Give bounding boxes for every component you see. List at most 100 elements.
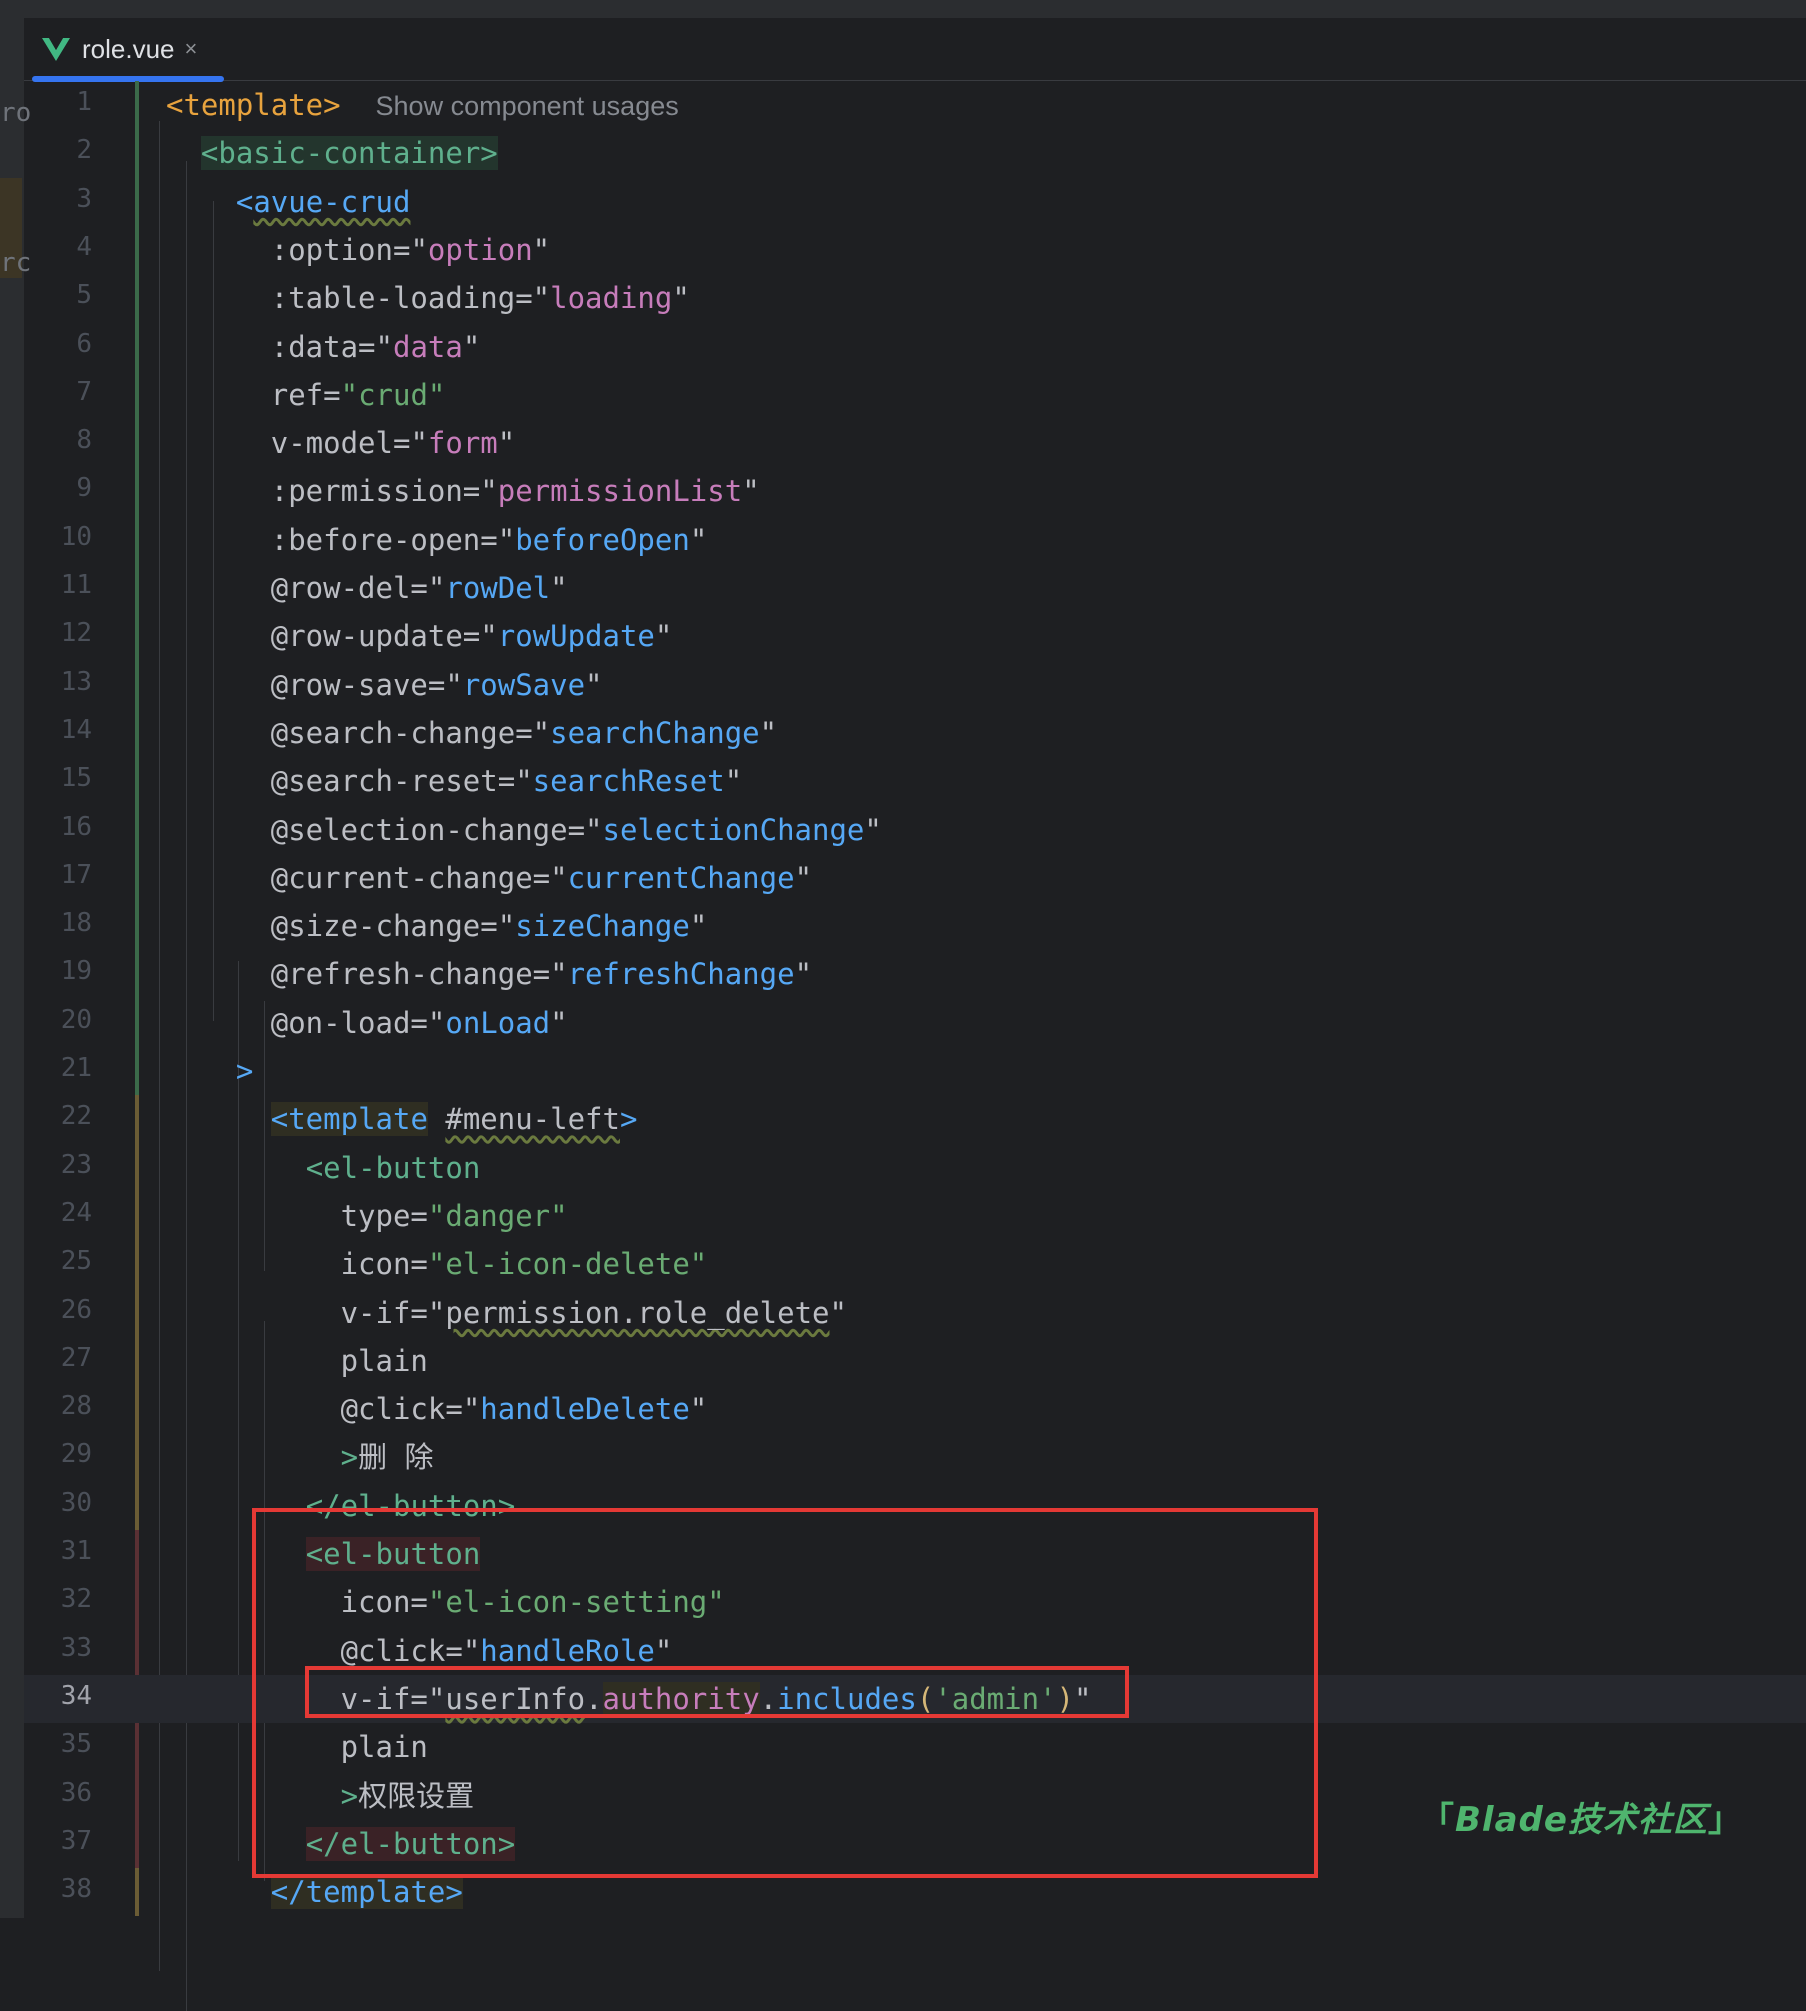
line-number[interactable]: 28 <box>24 1391 92 1421</box>
code-line[interactable]: 20 @on-load="onLoad" <box>24 999 1806 1047</box>
line-number[interactable]: 30 <box>24 1488 92 1518</box>
line-number[interactable]: 8 <box>24 425 92 455</box>
line-number[interactable]: 7 <box>24 377 92 407</box>
line-number[interactable]: 24 <box>24 1198 92 1228</box>
code-line[interactable]: 27 plain <box>24 1337 1806 1385</box>
code-token: > <box>340 1440 359 1475</box>
code-line[interactable]: 10 :before-open="beforeOpen" <box>24 516 1806 564</box>
code-line[interactable]: 28 @click="handleDelete" <box>24 1385 1806 1433</box>
line-number[interactable]: 35 <box>24 1729 92 1759</box>
code-token: " <box>794 860 813 895</box>
line-number[interactable]: 5 <box>24 280 92 310</box>
code-line[interactable]: 23 <el-button <box>24 1144 1806 1192</box>
line-number[interactable]: 22 <box>24 1101 92 1131</box>
code-line[interactable]: 8 v-model="form" <box>24 419 1806 467</box>
code-text: >删 除 <box>166 1439 434 1475</box>
code-text: @row-update="rowUpdate" <box>166 618 673 654</box>
code-line[interactable]: 24 type="danger" <box>24 1192 1806 1240</box>
code-token: @row-del= <box>166 571 428 605</box>
line-number[interactable]: 12 <box>24 618 92 648</box>
line-number[interactable]: 15 <box>24 763 92 793</box>
code-line[interactable]: 26 v-if="permission.role_delete" <box>24 1289 1806 1337</box>
code-token: :data= <box>166 329 376 364</box>
line-number[interactable]: 34 <box>24 1681 92 1711</box>
code-text: :option="option" <box>166 232 550 268</box>
code-text: @current-change="currentChange" <box>166 860 812 896</box>
project-panel-edge[interactable]: ro rc <box>0 18 31 1918</box>
code-line[interactable]: 18 @size-change="sizeChange" <box>24 902 1806 950</box>
code-line[interactable]: 13 @row-save="rowSave" <box>24 661 1806 709</box>
code-token: ref= <box>166 377 341 412</box>
line-number[interactable]: 10 <box>24 522 92 552</box>
line-number[interactable]: 14 <box>24 715 92 745</box>
line-number[interactable]: 16 <box>24 812 92 842</box>
code-token: " <box>689 909 708 944</box>
line-number[interactable]: 33 <box>24 1633 92 1663</box>
code-line[interactable]: 2 <basic-container> <box>24 129 1806 177</box>
code-line[interactable]: 15 @search-reset="searchReset" <box>24 757 1806 805</box>
line-number[interactable]: 2 <box>24 135 92 165</box>
line-number[interactable]: 11 <box>24 570 92 600</box>
code-line[interactable]: 11 @row-del="rowDel" <box>24 564 1806 612</box>
line-number[interactable]: 20 <box>24 1005 92 1035</box>
code-line[interactable]: 5 :table-loading="loading" <box>24 274 1806 322</box>
code-text: <template #menu-left> <box>166 1101 637 1137</box>
code-line[interactable]: 21 > <box>24 1047 1806 1095</box>
code-token: " <box>724 764 743 799</box>
code-line[interactable]: 12 @row-update="rowUpdate" <box>24 612 1806 660</box>
line-number[interactable]: 19 <box>24 956 92 986</box>
line-number[interactable]: 31 <box>24 1536 92 1566</box>
line-number[interactable]: 9 <box>24 473 92 503</box>
code-line[interactable]: 16 @selection-change="selectionChange" <box>24 806 1806 854</box>
code-line[interactable]: 14 @search-change="searchChange" <box>24 709 1806 757</box>
code-line[interactable]: 1 <template> Show component usages <box>24 81 1806 129</box>
line-number[interactable]: 4 <box>24 232 92 262</box>
line-number[interactable]: 18 <box>24 908 92 938</box>
code-token: plain <box>166 1343 428 1378</box>
code-text: @click="handleDelete" <box>166 1391 708 1427</box>
line-number[interactable]: 29 <box>24 1439 92 1469</box>
line-number[interactable]: 21 <box>24 1053 92 1083</box>
close-icon[interactable]: × <box>185 36 198 62</box>
code-line[interactable]: 22 <template #menu-left> <box>24 1095 1806 1143</box>
code-token: "crud" <box>340 377 446 412</box>
line-number[interactable]: 38 <box>24 1874 92 1904</box>
code-token: <template> <box>166 88 341 122</box>
code-token: @search-change= <box>166 715 533 750</box>
code-line[interactable]: 9 :permission="permissionList" <box>24 467 1806 515</box>
tab-role-vue[interactable]: role.vue × <box>32 18 224 82</box>
line-number[interactable]: 36 <box>24 1778 92 1808</box>
code-token: " <box>585 812 603 847</box>
code-text: </template> <box>166 1874 463 1910</box>
line-number[interactable]: 37 <box>24 1826 92 1856</box>
code-line[interactable]: 4 :option="option" <box>24 226 1806 274</box>
code-token: <basic-container> <box>200 136 498 171</box>
line-number[interactable]: 26 <box>24 1295 92 1325</box>
code-line[interactable]: 19 @refresh-change="refreshChange" <box>24 950 1806 998</box>
code-token: #menu-left <box>445 1102 620 1137</box>
code-text: @on-load="onLoad" <box>166 1005 568 1041</box>
line-number[interactable]: 32 <box>24 1584 92 1614</box>
code-text: @refresh-change="refreshChange" <box>166 956 812 992</box>
code-line[interactable]: 17 @current-change="currentChange" <box>24 854 1806 902</box>
line-number[interactable]: 13 <box>24 667 92 697</box>
code-token: @click= <box>166 1392 463 1427</box>
line-number[interactable]: 1 <box>24 87 92 117</box>
code-token: " <box>532 281 551 316</box>
line-number[interactable]: 25 <box>24 1246 92 1276</box>
code-line[interactable]: 25 icon="el-icon-delete" <box>24 1240 1806 1288</box>
code-line[interactable]: 29 >删 除 <box>24 1433 1806 1481</box>
line-number[interactable]: 17 <box>24 860 92 890</box>
code-line[interactable]: 3 <avue-crud <box>24 178 1806 226</box>
code-text: v-if="permission.role_delete" <box>166 1295 847 1331</box>
code-token: :table-loading= <box>166 281 533 316</box>
line-number[interactable]: 27 <box>24 1343 92 1373</box>
code-line[interactable]: 7 ref="crud" <box>24 371 1806 419</box>
code-line[interactable]: 6 :data="data" <box>24 323 1806 371</box>
line-number[interactable]: 23 <box>24 1150 92 1180</box>
line-number[interactable]: 6 <box>24 329 92 359</box>
line-number[interactable]: 3 <box>24 184 92 214</box>
code-text: plain <box>166 1343 428 1379</box>
code-token: :option= <box>166 232 411 267</box>
